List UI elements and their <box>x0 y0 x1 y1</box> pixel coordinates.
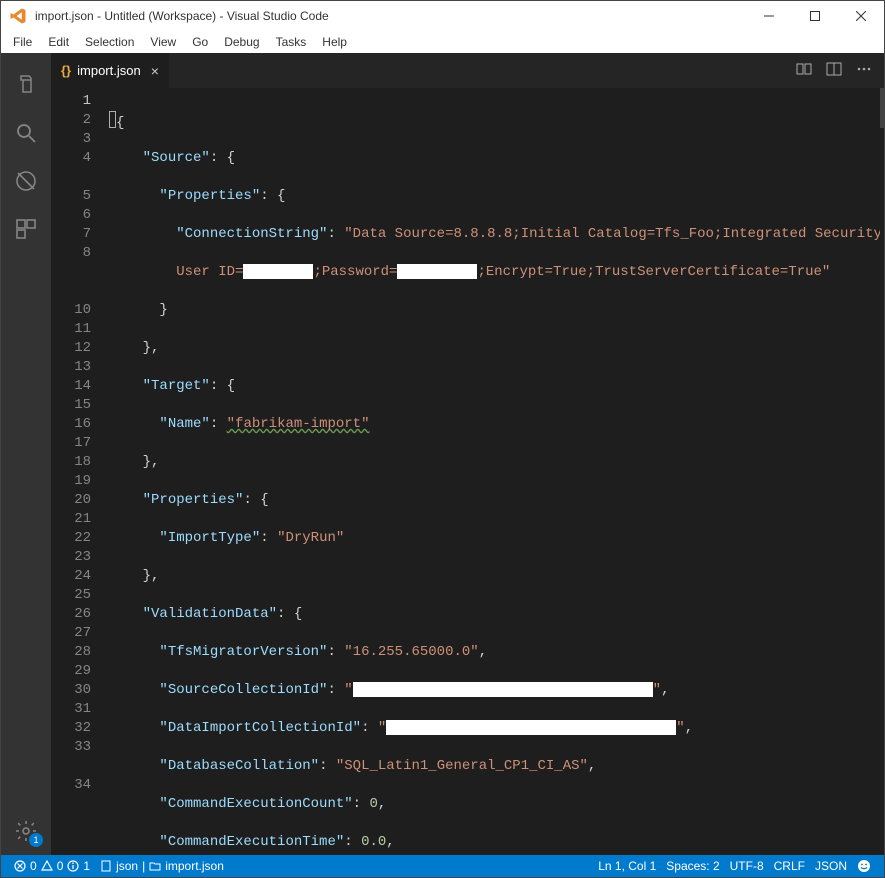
line-gutter: 1 2 3 4 5 6 7 8 10 11 12 13 14 15 <box>51 88 109 855</box>
statusbar: 0 0 1 json | import.json Ln 1, Col 1 Spa… <box>1 855 884 877</box>
line-number: 13 <box>51 358 91 377</box>
menu-edit[interactable]: Edit <box>40 33 77 51</box>
status-encoding[interactable]: UTF-8 <box>725 855 769 877</box>
line-number: 20 <box>51 491 91 510</box>
more-actions-icon[interactable] <box>856 61 872 80</box>
line-number: 28 <box>51 643 91 662</box>
maximize-button[interactable] <box>792 1 838 31</box>
tab-close-icon[interactable]: × <box>151 63 159 79</box>
line-number: 3 <box>51 130 91 149</box>
menu-go[interactable]: Go <box>184 33 216 51</box>
line-number: 7 <box>51 225 91 244</box>
line-number: 26 <box>51 605 91 624</box>
status-feedback-icon[interactable] <box>852 855 876 877</box>
close-button[interactable] <box>838 1 884 31</box>
menu-file[interactable]: File <box>5 33 40 51</box>
status-cursor[interactable]: Ln 1, Col 1 <box>593 855 661 877</box>
status-file-kind[interactable]: json | import.json <box>95 855 229 877</box>
window-controls <box>746 1 884 31</box>
line-number: 29 <box>51 662 91 681</box>
split-editor-icon[interactable] <box>826 61 842 80</box>
search-icon[interactable] <box>1 109 51 157</box>
line-number: 31 <box>51 700 91 719</box>
line-number: 24 <box>51 567 91 586</box>
debug-icon[interactable] <box>1 157 51 205</box>
line-number <box>51 757 91 776</box>
status-errors[interactable]: 0 0 1 <box>9 855 95 877</box>
file-icon <box>100 860 112 872</box>
tab-label: import.json <box>77 63 141 78</box>
minimap[interactable] <box>880 88 884 855</box>
json-file-icon: {} <box>61 63 71 78</box>
line-number: 32 <box>51 719 91 738</box>
line-number: 25 <box>51 586 91 605</box>
line-number: 16 <box>51 415 91 434</box>
line-number: 19 <box>51 472 91 491</box>
editor-area: {} import.json × 1 2 3 4 <box>51 53 884 855</box>
line-number: 30 <box>51 681 91 700</box>
status-eol[interactable]: CRLF <box>769 855 810 877</box>
line-number: 17 <box>51 434 91 453</box>
status-lang[interactable]: JSON <box>810 855 852 877</box>
menubar: File Edit Selection View Go Debug Tasks … <box>1 31 884 53</box>
titlebar: import.json - Untitled (Workspace) - Vis… <box>1 1 884 31</box>
compare-icon[interactable] <box>796 61 812 80</box>
tab-import-json[interactable]: {} import.json × <box>51 53 169 88</box>
settings-gear-icon[interactable]: 1 <box>1 807 51 855</box>
line-number: 22 <box>51 529 91 548</box>
info-icon <box>67 860 79 872</box>
menu-view[interactable]: View <box>142 33 184 51</box>
menu-help[interactable]: Help <box>314 33 355 51</box>
line-number: 33 <box>51 738 91 757</box>
folder-icon <box>149 860 161 872</box>
status-spaces[interactable]: Spaces: 2 <box>661 855 724 877</box>
line-number <box>51 168 91 187</box>
error-icon <box>14 860 26 872</box>
vscode-window: import.json - Untitled (Workspace) - Vis… <box>0 0 885 878</box>
line-number <box>51 263 91 282</box>
line-number: 4 <box>51 149 91 168</box>
line-number: 18 <box>51 453 91 472</box>
minimize-button[interactable] <box>746 1 792 31</box>
line-number: 21 <box>51 510 91 529</box>
code-content[interactable]: { "Source": { "Properties": { "Connectio… <box>109 88 880 855</box>
line-number: 15 <box>51 396 91 415</box>
menu-selection[interactable]: Selection <box>77 33 142 51</box>
line-number <box>51 282 91 301</box>
menu-tasks[interactable]: Tasks <box>268 33 315 51</box>
cursor <box>109 111 116 128</box>
line-number: 10 <box>51 301 91 320</box>
line-number: 8 <box>51 244 91 263</box>
redacted <box>243 264 313 279</box>
line-number: 5 <box>51 187 91 206</box>
editor[interactable]: 1 2 3 4 5 6 7 8 10 11 12 13 14 15 <box>51 88 884 855</box>
redacted <box>353 682 653 697</box>
line-number: 2 <box>51 111 91 130</box>
settings-badge: 1 <box>29 833 43 847</box>
line-number: 14 <box>51 377 91 396</box>
menu-debug[interactable]: Debug <box>216 33 267 51</box>
activitybar: 1 <box>1 53 51 855</box>
vscode-logo-icon <box>9 7 27 25</box>
line-number: 12 <box>51 339 91 358</box>
extensions-icon[interactable] <box>1 205 51 253</box>
explorer-icon[interactable] <box>1 61 51 109</box>
warning-icon <box>41 860 53 872</box>
window-title: import.json - Untitled (Workspace) - Vis… <box>35 9 746 23</box>
line-number: 23 <box>51 548 91 567</box>
line-number: 1 <box>51 92 91 111</box>
tab-actions <box>784 53 884 88</box>
redacted <box>397 264 477 279</box>
body: 1 {} import.json × 1 <box>1 53 884 855</box>
redacted <box>386 720 676 735</box>
line-number: 11 <box>51 320 91 339</box>
line-number: 27 <box>51 624 91 643</box>
tab-bar: {} import.json × <box>51 53 884 88</box>
line-number: 6 <box>51 206 91 225</box>
line-number: 34 <box>51 776 91 795</box>
